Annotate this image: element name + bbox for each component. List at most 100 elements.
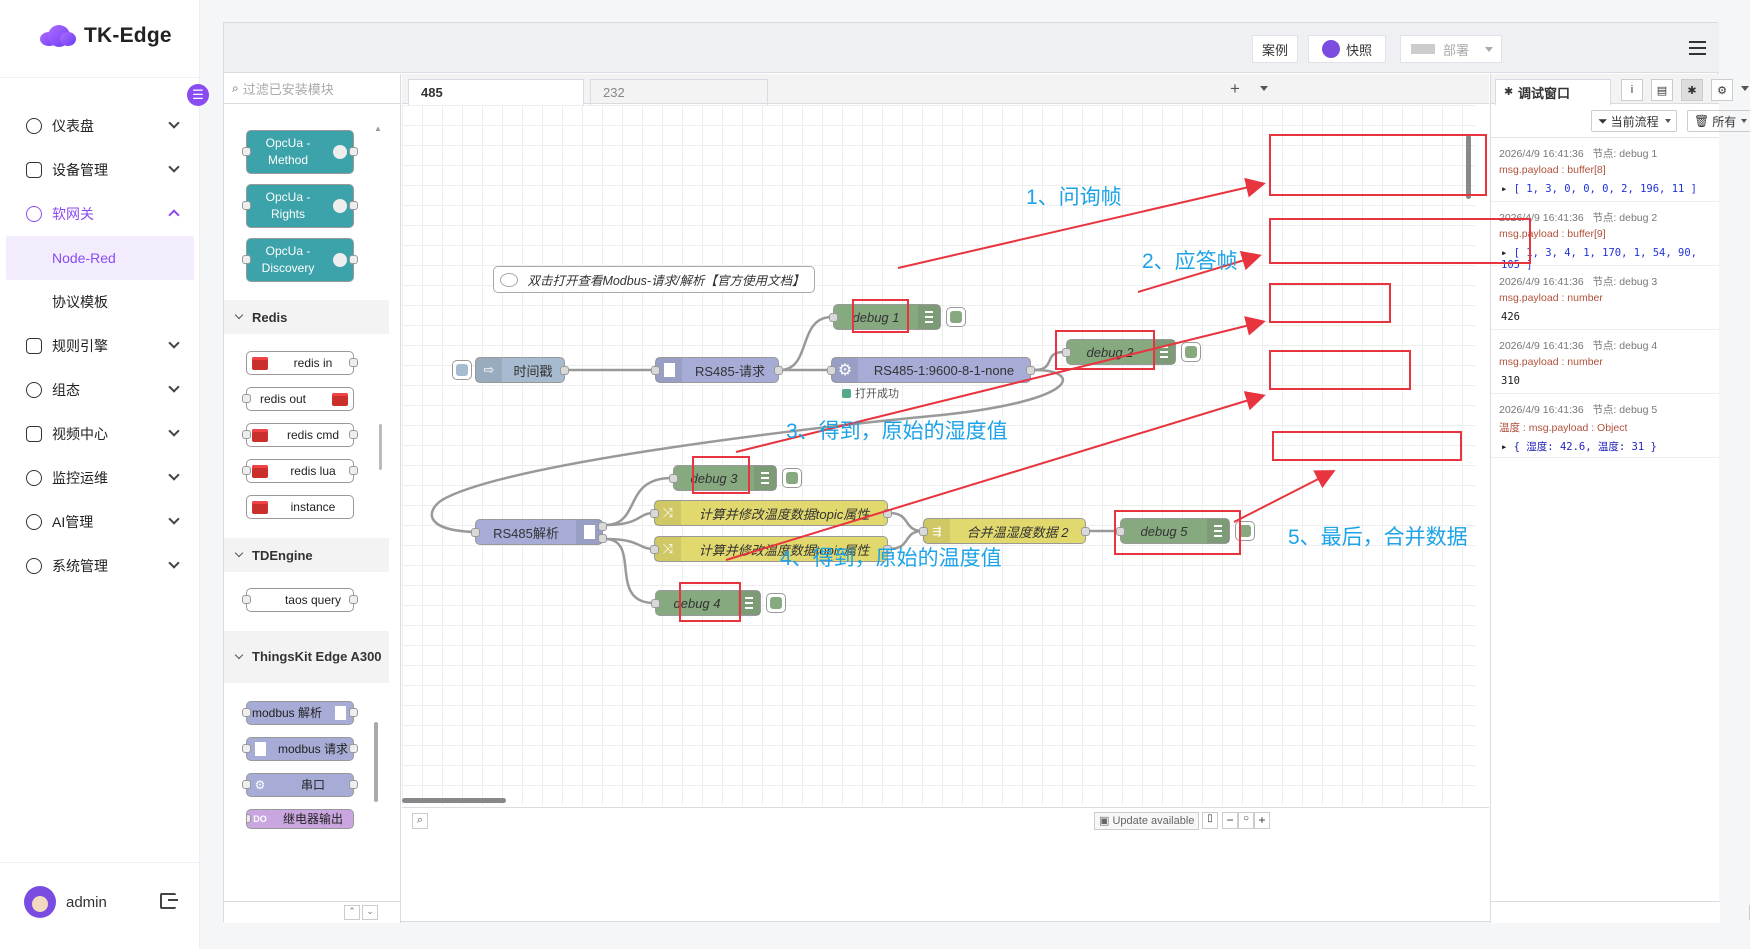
- palette-node-modbus-parse[interactable]: modbus 解析: [242, 701, 358, 725]
- annotation-4: 4、得到，原始的温度值: [780, 547, 1002, 570]
- logout-icon[interactable]: [160, 893, 178, 909]
- sidebar-item-gateway[interactable]: 软网关: [0, 192, 200, 236]
- add-tab-icon[interactable]: +: [1230, 79, 1240, 99]
- user-menu[interactable]: admin: [24, 886, 107, 918]
- serial-port-node[interactable]: ⚙ RS485-1:9600-8-1-none: [827, 357, 1035, 383]
- snapshot-button[interactable]: 快照: [1308, 35, 1386, 63]
- map-icon[interactable]: ▯: [1202, 812, 1218, 829]
- debug-toggle[interactable]: [1181, 342, 1201, 362]
- palette-node-modbus-request[interactable]: modbus 请求: [242, 737, 358, 761]
- palette-node-label: redis lua: [290, 463, 336, 478]
- collapse-all-icon[interactable]: ⌃: [344, 905, 360, 920]
- zoom-reset-icon[interactable]: ○: [1238, 812, 1254, 829]
- palette-node-relay-output[interactable]: DO 继电器输出: [246, 809, 354, 829]
- palette-search[interactable]: ⌕ 过滤已安装模块: [224, 74, 400, 104]
- main-menu-icon[interactable]: [1689, 41, 1706, 55]
- debug-toggle[interactable]: [766, 593, 786, 613]
- palette-node-opcua-rights[interactable]: OpcUa - Rights: [242, 184, 358, 228]
- collapse-sidebar-icon[interactable]: ☰: [187, 84, 209, 106]
- tab-menu-icon[interactable]: [1260, 86, 1268, 95]
- output-port: [598, 522, 607, 531]
- output-port: [1081, 527, 1090, 536]
- sidebar-item-ai[interactable]: AI管理: [0, 500, 200, 544]
- palette-node-redis-cmd[interactable]: redis cmd: [242, 423, 358, 447]
- sidebar-subitem-node-red[interactable]: Node-Red: [6, 236, 194, 280]
- sidebar-item-scada[interactable]: 组态: [0, 368, 200, 412]
- palette-node-redis-lua[interactable]: redis lua: [242, 459, 358, 483]
- palette-node-label: 继电器输出: [282, 811, 343, 826]
- sidebar-item-label: 监控运维: [52, 470, 108, 486]
- highlight-box: [1272, 431, 1462, 461]
- book-icon[interactable]: ▤: [1651, 79, 1673, 101]
- palette-scrollbar[interactable]: ▲: [374, 124, 382, 136]
- palette-scrollbar-thumb[interactable]: [374, 722, 378, 802]
- sidebar-menu-icon[interactable]: [1741, 86, 1749, 95]
- sidebar-item-label: 软网关: [52, 206, 94, 222]
- inject-button[interactable]: [452, 360, 472, 380]
- palette-category-redis[interactable]: Redis: [224, 300, 389, 334]
- message-value[interactable]: ▸ [ 1, 3, 0, 0, 0, 2, 196, 11 ]: [1501, 183, 1697, 195]
- debug-toggle[interactable]: [946, 307, 966, 327]
- palette-node-label: taos query: [284, 592, 342, 607]
- redis-icon: [247, 424, 273, 446]
- rs485-request-node[interactable]: RS485-请求: [651, 357, 783, 383]
- input-port: [242, 255, 251, 264]
- do-icon: DO: [253, 813, 267, 824]
- deploy-button[interactable]: 部署: [1400, 35, 1502, 63]
- palette-node-opcua-method[interactable]: OpcUa - Method: [242, 130, 358, 174]
- clear-all-button[interactable]: 🗑 所有: [1687, 110, 1750, 132]
- tab-485[interactable]: 485: [408, 79, 584, 105]
- join-node[interactable]: ⇶ 合并温湿度数据 2: [919, 518, 1090, 544]
- debug-message[interactable]: 2026/4/9 16:41:36 节点: debug 1 msg.payloa…: [1491, 138, 1719, 202]
- inject-node[interactable]: ⇨ 时间戳: [452, 357, 569, 383]
- output-port: [1026, 366, 1035, 375]
- palette-node-taos-query[interactable]: taos query: [242, 588, 358, 612]
- update-available-button[interactable]: ▣ Update available: [1094, 812, 1200, 830]
- bug-tab-icon[interactable]: ✱: [1681, 79, 1703, 101]
- canvas-hscrollbar-thumb[interactable]: [402, 798, 506, 803]
- gear-icon[interactable]: ⚙: [1711, 79, 1733, 101]
- palette-scrollbar-thumb[interactable]: [379, 424, 382, 470]
- zoom-in-icon[interactable]: +: [1254, 812, 1270, 829]
- tab-232[interactable]: 232: [590, 79, 768, 105]
- search-icon[interactable]: ⌕: [412, 813, 428, 829]
- expand-all-icon[interactable]: ⌄: [362, 905, 378, 920]
- annotation-1: 1、问询帧: [1026, 186, 1122, 209]
- chevron-down-icon: [168, 469, 180, 481]
- palette-node-redis-instance[interactable]: instance: [246, 495, 354, 519]
- sidebar-item-video[interactable]: 视频中心: [0, 412, 200, 456]
- sidebar-item-devices[interactable]: 设备管理: [0, 148, 200, 192]
- wire: [888, 511, 924, 533]
- sidebar-item-dashboard[interactable]: 仪表盘: [0, 104, 200, 148]
- message-value: 426: [1501, 311, 1520, 323]
- input-port: [471, 528, 480, 537]
- examples-button[interactable]: 案例: [1252, 35, 1298, 63]
- palette-node-redis-out[interactable]: redis out: [242, 387, 354, 411]
- zoom-out-icon[interactable]: −: [1222, 812, 1238, 829]
- output-port: [560, 366, 569, 375]
- palette-node-serial[interactable]: ⚙ 串口: [242, 773, 358, 797]
- filter-current-flow-button[interactable]: ⏷ 当前流程: [1591, 110, 1677, 132]
- comment-node[interactable]: 双击打开查看Modbus-请求/解析【官方使用文档】: [493, 266, 815, 293]
- sidebar-item-label: AI管理: [52, 514, 94, 530]
- message-value[interactable]: ▸ { 湿度: 42.6, 温度: 31 }: [1501, 439, 1657, 454]
- debug-message[interactable]: 2026/4/9 16:41:36 节点: debug 3 msg.payloa…: [1491, 266, 1719, 330]
- tab-debug[interactable]: ✱ 调试窗口: [1495, 79, 1611, 105]
- function-node-humidity[interactable]: ⤨ 计算并修改温度数据topic属性: [650, 500, 892, 526]
- palette-node-label: redis cmd: [286, 427, 339, 442]
- rs485-parse-node[interactable]: RS485解析: [471, 519, 607, 545]
- palette-node-redis-in[interactable]: redis in: [246, 351, 358, 375]
- sidebar-item-rules[interactable]: 规则引擎: [0, 324, 200, 368]
- app-logo[interactable]: TK-Edge: [38, 22, 172, 50]
- debug-message[interactable]: 2026/4/9 16:41:36 节点: debug 5 温度 : msg.p…: [1491, 394, 1719, 458]
- sidebar-item-monitor[interactable]: 监控运维: [0, 456, 200, 500]
- palette-category-thingskit[interactable]: ThingsKit Edge A300: [224, 631, 389, 683]
- debug-message[interactable]: 2026/4/9 16:41:36 节点: debug 4 msg.payloa…: [1491, 330, 1719, 394]
- camera-icon: [1321, 40, 1340, 58]
- sidebar-item-system[interactable]: 系统管理: [0, 544, 200, 588]
- info-icon[interactable]: i: [1621, 79, 1643, 101]
- palette-category-tdengine[interactable]: TDEngine: [224, 538, 389, 572]
- sidebar-subitem-protocol-template[interactable]: 协议模板: [0, 280, 200, 324]
- palette-node-opcua-discovery[interactable]: OpcUa - Discovery: [242, 238, 358, 282]
- debug-toggle[interactable]: [782, 468, 802, 488]
